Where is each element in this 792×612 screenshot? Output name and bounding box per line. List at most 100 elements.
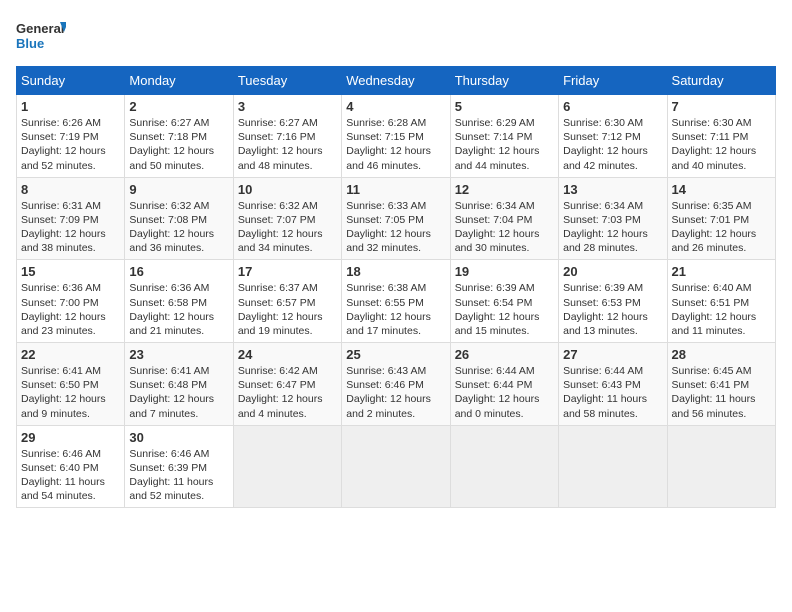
calendar-cell: 20 Sunrise: 6:39 AMSunset: 6:53 PMDayligh…: [559, 260, 667, 343]
calendar-cell: 3 Sunrise: 6:27 AMSunset: 7:16 PMDaylight…: [233, 95, 341, 178]
col-header-friday: Friday: [559, 67, 667, 95]
calendar-cell: 29 Sunrise: 6:46 AMSunset: 6:40 PMDayligh…: [17, 425, 125, 508]
calendar-cell: [342, 425, 450, 508]
day-number: 4: [346, 99, 445, 114]
calendar-cell: 14 Sunrise: 6:35 AMSunset: 7:01 PMDayligh…: [667, 177, 775, 260]
cell-info: Sunrise: 6:36 AMSunset: 7:00 PMDaylight:…: [21, 281, 120, 338]
col-header-wednesday: Wednesday: [342, 67, 450, 95]
svg-text:Blue: Blue: [16, 36, 44, 51]
calendar-cell: 21 Sunrise: 6:40 AMSunset: 6:51 PMDayligh…: [667, 260, 775, 343]
logo: General Blue: [16, 16, 66, 56]
day-number: 27: [563, 347, 662, 362]
cell-info: Sunrise: 6:39 AMSunset: 6:53 PMDaylight:…: [563, 281, 662, 338]
day-number: 11: [346, 182, 445, 197]
cell-info: Sunrise: 6:27 AMSunset: 7:18 PMDaylight:…: [129, 116, 228, 173]
cell-info: Sunrise: 6:29 AMSunset: 7:14 PMDaylight:…: [455, 116, 554, 173]
day-number: 23: [129, 347, 228, 362]
cell-info: Sunrise: 6:34 AMSunset: 7:04 PMDaylight:…: [455, 199, 554, 256]
calendar-cell: 7 Sunrise: 6:30 AMSunset: 7:11 PMDaylight…: [667, 95, 775, 178]
calendar-cell: 22 Sunrise: 6:41 AMSunset: 6:50 PMDayligh…: [17, 343, 125, 426]
cell-info: Sunrise: 6:32 AMSunset: 7:08 PMDaylight:…: [129, 199, 228, 256]
day-number: 12: [455, 182, 554, 197]
day-number: 26: [455, 347, 554, 362]
calendar-cell: 2 Sunrise: 6:27 AMSunset: 7:18 PMDaylight…: [125, 95, 233, 178]
day-number: 8: [21, 182, 120, 197]
calendar-cell: [450, 425, 558, 508]
svg-text:General: General: [16, 21, 64, 36]
calendar-cell: [667, 425, 775, 508]
cell-info: Sunrise: 6:36 AMSunset: 6:58 PMDaylight:…: [129, 281, 228, 338]
calendar-cell: 4 Sunrise: 6:28 AMSunset: 7:15 PMDaylight…: [342, 95, 450, 178]
calendar-cell: 6 Sunrise: 6:30 AMSunset: 7:12 PMDaylight…: [559, 95, 667, 178]
cell-info: Sunrise: 6:31 AMSunset: 7:09 PMDaylight:…: [21, 199, 120, 256]
cell-info: Sunrise: 6:38 AMSunset: 6:55 PMDaylight:…: [346, 281, 445, 338]
day-number: 7: [672, 99, 771, 114]
day-number: 29: [21, 430, 120, 445]
cell-info: Sunrise: 6:46 AMSunset: 6:40 PMDaylight:…: [21, 447, 120, 504]
day-number: 20: [563, 264, 662, 279]
calendar-cell: 11 Sunrise: 6:33 AMSunset: 7:05 PMDayligh…: [342, 177, 450, 260]
day-number: 18: [346, 264, 445, 279]
cell-info: Sunrise: 6:44 AMSunset: 6:44 PMDaylight:…: [455, 364, 554, 421]
cell-info: Sunrise: 6:41 AMSunset: 6:50 PMDaylight:…: [21, 364, 120, 421]
header: General Blue: [16, 16, 776, 56]
day-number: 25: [346, 347, 445, 362]
day-number: 6: [563, 99, 662, 114]
cell-info: Sunrise: 6:45 AMSunset: 6:41 PMDaylight:…: [672, 364, 771, 421]
calendar-cell: 25 Sunrise: 6:43 AMSunset: 6:46 PMDayligh…: [342, 343, 450, 426]
cell-info: Sunrise: 6:35 AMSunset: 7:01 PMDaylight:…: [672, 199, 771, 256]
col-header-saturday: Saturday: [667, 67, 775, 95]
day-number: 24: [238, 347, 337, 362]
day-number: 17: [238, 264, 337, 279]
cell-info: Sunrise: 6:42 AMSunset: 6:47 PMDaylight:…: [238, 364, 337, 421]
col-header-thursday: Thursday: [450, 67, 558, 95]
calendar-cell: 23 Sunrise: 6:41 AMSunset: 6:48 PMDayligh…: [125, 343, 233, 426]
cell-info: Sunrise: 6:30 AMSunset: 7:12 PMDaylight:…: [563, 116, 662, 173]
day-number: 14: [672, 182, 771, 197]
cell-info: Sunrise: 6:40 AMSunset: 6:51 PMDaylight:…: [672, 281, 771, 338]
calendar-cell: [559, 425, 667, 508]
cell-info: Sunrise: 6:34 AMSunset: 7:03 PMDaylight:…: [563, 199, 662, 256]
cell-info: Sunrise: 6:44 AMSunset: 6:43 PMDaylight:…: [563, 364, 662, 421]
calendar-cell: 9 Sunrise: 6:32 AMSunset: 7:08 PMDaylight…: [125, 177, 233, 260]
day-number: 19: [455, 264, 554, 279]
calendar-cell: 5 Sunrise: 6:29 AMSunset: 7:14 PMDaylight…: [450, 95, 558, 178]
calendar-cell: 16 Sunrise: 6:36 AMSunset: 6:58 PMDayligh…: [125, 260, 233, 343]
cell-info: Sunrise: 6:33 AMSunset: 7:05 PMDaylight:…: [346, 199, 445, 256]
day-number: 2: [129, 99, 228, 114]
cell-info: Sunrise: 6:26 AMSunset: 7:19 PMDaylight:…: [21, 116, 120, 173]
calendar-cell: 24 Sunrise: 6:42 AMSunset: 6:47 PMDayligh…: [233, 343, 341, 426]
calendar-cell: 8 Sunrise: 6:31 AMSunset: 7:09 PMDaylight…: [17, 177, 125, 260]
day-number: 22: [21, 347, 120, 362]
calendar-cell: 15 Sunrise: 6:36 AMSunset: 7:00 PMDayligh…: [17, 260, 125, 343]
day-number: 3: [238, 99, 337, 114]
calendar-cell: 10Sunrise: 6:32 AMSunset: 7:07 PMDayligh…: [233, 177, 341, 260]
calendar-cell: 26 Sunrise: 6:44 AMSunset: 6:44 PMDayligh…: [450, 343, 558, 426]
cell-info: Sunrise: 6:28 AMSunset: 7:15 PMDaylight:…: [346, 116, 445, 173]
cell-info: Sunrise: 6:46 AMSunset: 6:39 PMDaylight:…: [129, 447, 228, 504]
calendar-cell: 19 Sunrise: 6:39 AMSunset: 6:54 PMDayligh…: [450, 260, 558, 343]
cell-info: Sunrise: 6:27 AMSunset: 7:16 PMDaylight:…: [238, 116, 337, 173]
calendar-cell: 17Sunrise: 6:37 AMSunset: 6:57 PMDayligh…: [233, 260, 341, 343]
col-header-tuesday: Tuesday: [233, 67, 341, 95]
calendar-table: SundayMondayTuesdayWednesdayThursdayFrid…: [16, 66, 776, 508]
cell-info: Sunrise: 6:43 AMSunset: 6:46 PMDaylight:…: [346, 364, 445, 421]
cell-info: Sunrise: 6:32 AMSunset: 7:07 PMDaylight:…: [238, 199, 337, 256]
day-number: 28: [672, 347, 771, 362]
cell-info: Sunrise: 6:39 AMSunset: 6:54 PMDaylight:…: [455, 281, 554, 338]
calendar-cell: 28 Sunrise: 6:45 AMSunset: 6:41 PMDayligh…: [667, 343, 775, 426]
day-number: 9: [129, 182, 228, 197]
day-number: 5: [455, 99, 554, 114]
cell-info: Sunrise: 6:30 AMSunset: 7:11 PMDaylight:…: [672, 116, 771, 173]
day-number: 15: [21, 264, 120, 279]
day-number: 30: [129, 430, 228, 445]
calendar-cell: 18 Sunrise: 6:38 AMSunset: 6:55 PMDayligh…: [342, 260, 450, 343]
col-header-sunday: Sunday: [17, 67, 125, 95]
day-number: 13: [563, 182, 662, 197]
cell-info: Sunrise: 6:41 AMSunset: 6:48 PMDaylight:…: [129, 364, 228, 421]
day-number: 16: [129, 264, 228, 279]
calendar-cell: 12 Sunrise: 6:34 AMSunset: 7:04 PMDayligh…: [450, 177, 558, 260]
day-number: 21: [672, 264, 771, 279]
calendar-cell: [233, 425, 341, 508]
logo-svg: General Blue: [16, 16, 66, 56]
